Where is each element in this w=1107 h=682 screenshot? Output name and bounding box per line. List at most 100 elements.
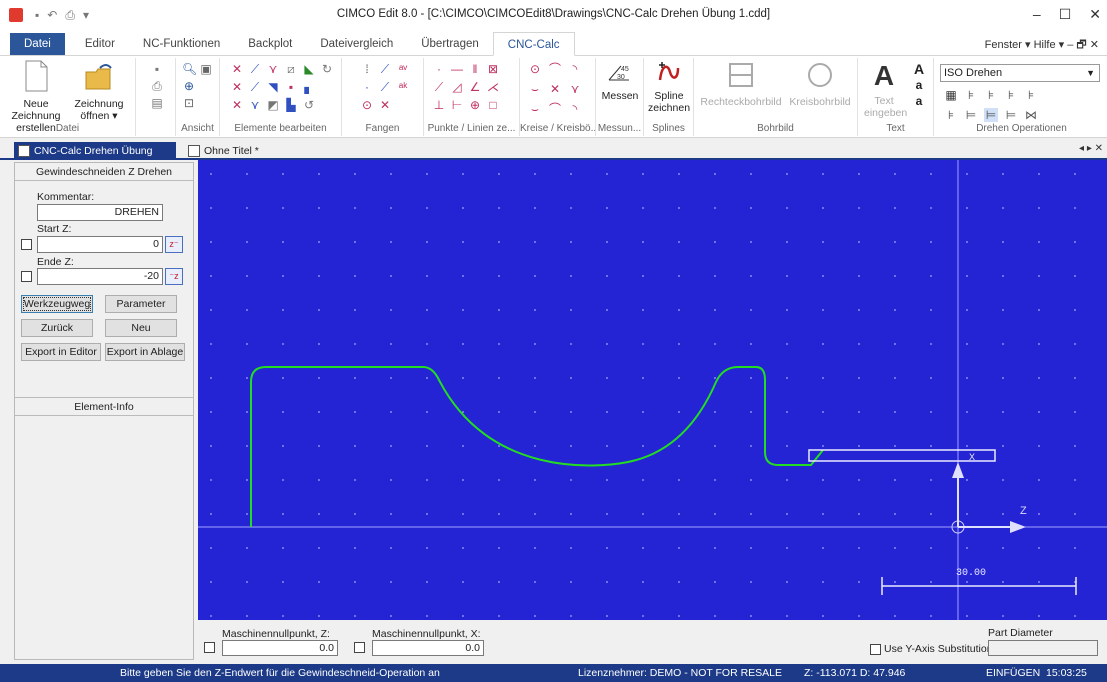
table-op-icon[interactable]: ▦ xyxy=(944,88,958,102)
ende-z-input[interactable]: -20 xyxy=(37,268,163,285)
snap-center-icon[interactable]: ⊙ xyxy=(360,98,374,112)
copy-icon[interactable]: ▪ xyxy=(284,80,298,94)
angle-line-icon[interactable]: ⊠ xyxy=(486,62,500,76)
tab-uebertragen[interactable]: Übertragen xyxy=(407,33,493,55)
font-small-icon[interactable]: a xyxy=(912,94,926,108)
scale-icon[interactable]: ◩ xyxy=(266,98,280,112)
snap-intersect-icon[interactable]: ᵃᵏ xyxy=(396,80,410,94)
snap-element-icon[interactable]: ᵃᵛ xyxy=(396,62,410,76)
export-ablage-button[interactable]: Export in Ablage xyxy=(105,343,185,361)
snap-mid-icon[interactable]: ⟋ xyxy=(378,80,392,94)
font-large-icon[interactable]: A xyxy=(912,62,926,76)
arc6-icon[interactable]: ⌒ xyxy=(548,102,562,116)
parting-op-icon[interactable]: ⊨ xyxy=(1004,108,1018,122)
tab-backplot[interactable]: Backplot xyxy=(234,33,306,55)
fillet-icon[interactable]: ⌣ xyxy=(528,82,542,96)
finishing-op-icon[interactable]: ⊧ xyxy=(1004,88,1018,102)
mirror-icon[interactable]: ⧄ xyxy=(284,62,298,76)
extend-icon[interactable]: ⟋ xyxy=(248,62,262,76)
grid-snap-icon[interactable]: ⁞ xyxy=(360,62,374,76)
snap-point-icon[interactable]: · xyxy=(360,80,374,94)
arc3-icon[interactable]: ✕ xyxy=(548,82,562,96)
corner-icon[interactable]: ⟋ xyxy=(248,80,262,94)
tab-datei[interactable]: Datei xyxy=(10,33,65,55)
export-editor-button[interactable]: Export in Editor xyxy=(21,343,101,361)
drawing-svg[interactable]: Z X 30.00 xyxy=(198,160,1107,620)
tab-cnc-calc[interactable]: CNC-Calc xyxy=(492,32,575,56)
tapping-op-icon[interactable]: ⋈ xyxy=(1024,108,1038,122)
drilling-op-icon[interactable]: ⊧ xyxy=(944,108,958,122)
snap-line-icon[interactable]: ⟋ xyxy=(378,62,392,76)
hline-icon[interactable]: — xyxy=(450,62,464,76)
offset-icon[interactable]: ▖ xyxy=(302,80,316,94)
save-icon[interactable]: ▪ xyxy=(150,62,164,76)
point-icon[interactable]: · xyxy=(432,62,446,76)
grooving-op-icon[interactable]: ⊧ xyxy=(1024,88,1038,102)
line-icon[interactable]: ⟋ xyxy=(432,80,446,94)
angle-icon[interactable]: ∠ xyxy=(468,80,482,94)
chamfer-icon[interactable]: ◥ xyxy=(266,80,280,94)
yaxis-checkbox[interactable] xyxy=(870,644,881,655)
mnp-z-input[interactable]: 0.0 xyxy=(222,640,338,656)
fenster-hilfe-menu[interactable]: Fenster ▾ Hilfe ▾ ‒ 🗗 ✕ xyxy=(985,36,1099,55)
neu-button[interactable]: Neu xyxy=(105,319,177,337)
tab-dateivergleich[interactable]: Dateivergleich xyxy=(306,33,407,55)
trim-icon[interactable]: ✕ xyxy=(230,62,244,76)
arc2-icon[interactable]: ◝ xyxy=(568,62,582,76)
rect-icon[interactable]: □ xyxy=(486,98,500,112)
zurueck-button[interactable]: Zurück xyxy=(21,319,93,337)
tangent-icon[interactable]: ⋌ xyxy=(486,80,500,94)
text-input-button[interactable]: A Text eingeben xyxy=(864,60,907,119)
mnp-x-checkbox[interactable] xyxy=(354,642,365,653)
properties-icon[interactable]: ▤ xyxy=(150,96,164,110)
zoom-icon[interactable]: 🔍︎ xyxy=(182,62,197,76)
drawing-canvas[interactable]: Z X 30.00 xyxy=(198,160,1107,620)
zoom-window-icon[interactable]: ▣ xyxy=(199,62,213,76)
snap-off-icon[interactable]: ✕ xyxy=(378,98,392,112)
perpendicular-icon[interactable]: ⊥ xyxy=(432,98,446,112)
arc5-icon[interactable]: ⌣ xyxy=(528,102,542,116)
rect-bohrbild-button[interactable]: Rechteckbohrbild xyxy=(698,60,784,108)
measure-button[interactable]: 45 30 Messen xyxy=(600,60,640,102)
pick-ende-z-button[interactable]: ⁻z xyxy=(165,268,183,285)
mnp-x-input[interactable]: 0.0 xyxy=(372,640,484,656)
start-z-input[interactable]: 0 xyxy=(37,236,163,253)
delete-elem-icon[interactable]: ✕ xyxy=(230,98,244,112)
werkzeugweg-button[interactable]: Werkzeugweg xyxy=(21,295,93,313)
cut-icon[interactable]: ✕ xyxy=(230,80,244,94)
close-icon[interactable]: ✕ xyxy=(1089,6,1101,23)
stretch-icon[interactable]: ⋎ xyxy=(248,98,262,112)
roughing-op-icon[interactable]: ⊧ xyxy=(984,88,998,102)
font-medium-icon[interactable]: a xyxy=(912,78,926,92)
part-diameter-input[interactable] xyxy=(988,640,1098,656)
doc-tab-drehen[interactable]: CNC-Calc Drehen Übung 1.cdd xyxy=(14,142,176,175)
rotate-icon[interactable]: ↻ xyxy=(320,62,334,76)
threading-op-icon[interactable]: ⊨ xyxy=(984,108,998,122)
start-z-checkbox[interactable] xyxy=(21,239,32,250)
minimize-icon[interactable]: – xyxy=(1033,6,1041,23)
ende-z-checkbox[interactable] xyxy=(21,271,32,282)
circle-bohrbild-button[interactable]: Kreisbohrbild xyxy=(788,60,852,108)
open-drawing-button[interactable]: Zeichnung öffnen ▾ xyxy=(70,60,128,122)
maximize-icon[interactable]: ☐ xyxy=(1059,6,1072,23)
mnp-z-checkbox[interactable] xyxy=(204,642,215,653)
tab-scroll-close[interactable]: ◂ ▸ ✕ xyxy=(1079,143,1103,154)
pick-start-z-button[interactable]: z⁻ xyxy=(165,236,183,253)
undo-elem-icon[interactable]: ↺ xyxy=(302,98,316,112)
zoom-in-icon[interactable]: ⊕ xyxy=(182,79,196,93)
arc7-icon[interactable]: ◝ xyxy=(568,102,582,116)
move-icon[interactable]: ◣ xyxy=(302,62,316,76)
tab-editor[interactable]: Editor xyxy=(71,33,129,55)
boring-op-icon[interactable]: ⊨ xyxy=(964,108,978,122)
parameter-button[interactable]: Parameter xyxy=(105,295,177,313)
doc-tab-ohne-titel[interactable]: Ohne Titel * xyxy=(184,142,264,160)
facing-op-icon[interactable]: ⊧ xyxy=(964,88,978,102)
circle-icon[interactable]: ⊙ xyxy=(528,62,542,76)
split-icon[interactable]: ⋎ xyxy=(266,62,280,76)
arc4-icon[interactable]: ⋎ xyxy=(568,82,582,96)
spline-button[interactable]: Spline zeichnen xyxy=(648,60,690,114)
tee-icon[interactable]: ⊢ xyxy=(450,98,464,112)
kommentar-input[interactable]: DREHEN xyxy=(37,204,163,221)
tab-nc-funktionen[interactable]: NC-Funktionen xyxy=(129,33,234,55)
triangle-icon[interactable]: ◿ xyxy=(450,80,464,94)
